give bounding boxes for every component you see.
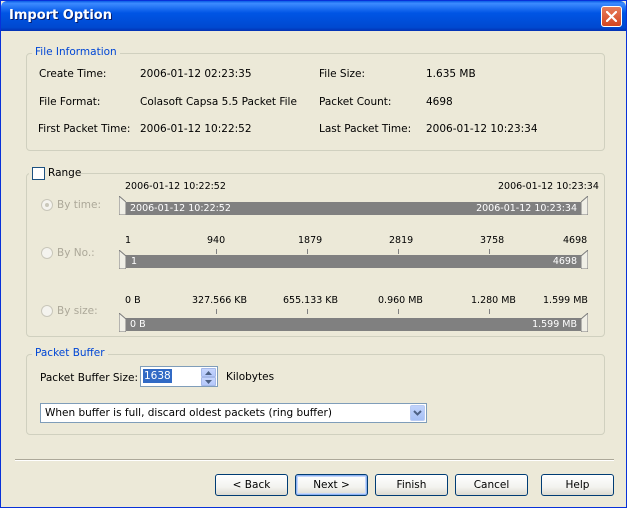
number-end-handle[interactable] xyxy=(581,250,588,269)
buffer-policy-dropdown[interactable]: When buffer is full, discard oldest pack… xyxy=(40,403,427,423)
close-icon xyxy=(606,11,617,22)
dropdown-button[interactable] xyxy=(410,405,425,421)
packet-buffer-size-input[interactable]: 1638 xyxy=(140,366,218,387)
create-time-value: 2006-01-12 02:23:35 xyxy=(140,68,252,80)
file-format-value: Colasoft Capsa 5.5 Packet File xyxy=(140,96,297,108)
arrow-down-icon xyxy=(205,379,212,384)
size-tick-label: 1.599 MB xyxy=(543,295,588,306)
number-start-handle[interactable] xyxy=(119,250,126,269)
by-number-radio[interactable] xyxy=(41,247,53,259)
arrow-up-icon xyxy=(205,370,212,375)
finish-button[interactable]: Finish xyxy=(375,474,448,496)
size-end-handle[interactable] xyxy=(581,313,588,332)
tick-mark xyxy=(489,309,490,314)
range-checkbox[interactable] xyxy=(32,167,45,180)
time-end-handle[interactable] xyxy=(581,196,588,215)
number-range-slider-track[interactable]: 1 4698 xyxy=(119,255,588,268)
number-tick-label: 1879 xyxy=(298,235,323,246)
cancel-button[interactable]: Cancel xyxy=(455,474,528,496)
time-track-end: 2006-01-12 10:23:34 xyxy=(476,203,577,214)
by-number-label: By No.: xyxy=(57,247,95,259)
number-tick-label: 4698 xyxy=(563,235,588,246)
footer-separator xyxy=(15,459,614,461)
spin-down-button[interactable] xyxy=(201,377,216,386)
packet-buffer-size-label: Packet Buffer Size: xyxy=(40,372,138,384)
range-label[interactable]: Range xyxy=(48,167,81,179)
chevron-down-icon xyxy=(413,410,422,416)
by-size-radio[interactable] xyxy=(41,305,53,317)
first-packet-time-value: 2006-01-12 10:22:52 xyxy=(140,123,252,135)
tick-mark xyxy=(398,309,399,314)
time-range-slider-track[interactable]: 2006-01-12 10:22:52 2006-01-12 10:23:34 xyxy=(119,202,588,215)
number-tick-label: 1 xyxy=(125,235,132,246)
packet-count-value: 4698 xyxy=(426,96,453,108)
time-end-label: 2006-01-12 10:23:34 xyxy=(498,181,599,192)
size-tick-label: 0.960 MB xyxy=(378,295,423,306)
window-title: Import Option xyxy=(9,8,112,23)
packet-buffer-legend: Packet Buffer xyxy=(32,347,108,359)
first-packet-time-label: First Packet Time: xyxy=(38,123,131,135)
size-track-end: 1.599 MB xyxy=(532,319,577,330)
tick-mark xyxy=(216,309,217,314)
size-tick-label: 327.566 KB xyxy=(192,295,248,306)
size-track-start: 0 B xyxy=(130,319,146,330)
time-start-label: 2006-01-12 10:22:52 xyxy=(125,181,226,192)
back-button[interactable]: < Back xyxy=(215,474,288,496)
by-time-radio[interactable] xyxy=(41,199,53,211)
number-tick-label: 3758 xyxy=(480,235,505,246)
number-tick-label: 2819 xyxy=(389,235,414,246)
radio-selected-dot xyxy=(45,203,49,207)
size-tick-label: 0 B xyxy=(125,295,141,306)
size-tick-label: 655.133 KB xyxy=(283,295,339,306)
buffer-unit-label: Kilobytes xyxy=(226,371,275,383)
number-track-end: 4698 xyxy=(552,256,577,267)
by-time-label: By time: xyxy=(57,199,102,211)
tick-mark xyxy=(307,309,308,314)
size-start-handle[interactable] xyxy=(119,313,126,332)
spin-up-button[interactable] xyxy=(201,368,216,377)
packet-count-label: Packet Count: xyxy=(319,96,392,108)
file-format-label: File Format: xyxy=(39,96,101,108)
size-tick-label: 1.280 MB xyxy=(471,295,516,306)
last-packet-time-value: 2006-01-12 10:23:34 xyxy=(426,123,538,135)
buffer-policy-selected: When buffer is full, discard oldest pack… xyxy=(45,407,332,419)
file-information-legend: File Information xyxy=(32,46,120,58)
tick-mark xyxy=(489,249,490,254)
time-start-handle[interactable] xyxy=(119,196,126,215)
close-button[interactable] xyxy=(601,6,622,27)
number-track-start: 1 xyxy=(131,256,138,267)
by-size-label: By size: xyxy=(57,305,98,317)
next-button[interactable]: Next > xyxy=(295,474,368,496)
title-bar[interactable]: Import Option xyxy=(1,1,626,31)
import-option-dialog: Import Option File Information Create Ti… xyxy=(0,0,627,508)
packet-buffer-size-value: 1638 xyxy=(143,369,172,383)
file-information-group: File Information xyxy=(26,46,605,151)
size-range-slider-track[interactable]: 0 B 1.599 MB xyxy=(119,318,588,331)
help-button[interactable]: Help xyxy=(541,474,614,496)
create-time-label: Create Time: xyxy=(39,68,107,80)
time-track-start: 2006-01-12 10:22:52 xyxy=(130,203,231,214)
tick-mark xyxy=(307,249,308,254)
file-size-value: 1.635 MB xyxy=(426,68,476,80)
number-tick-label: 940 xyxy=(207,235,226,246)
last-packet-time-label: Last Packet Time: xyxy=(319,123,412,135)
tick-mark xyxy=(216,249,217,254)
tick-mark xyxy=(398,249,399,254)
file-size-label: File Size: xyxy=(319,68,365,80)
